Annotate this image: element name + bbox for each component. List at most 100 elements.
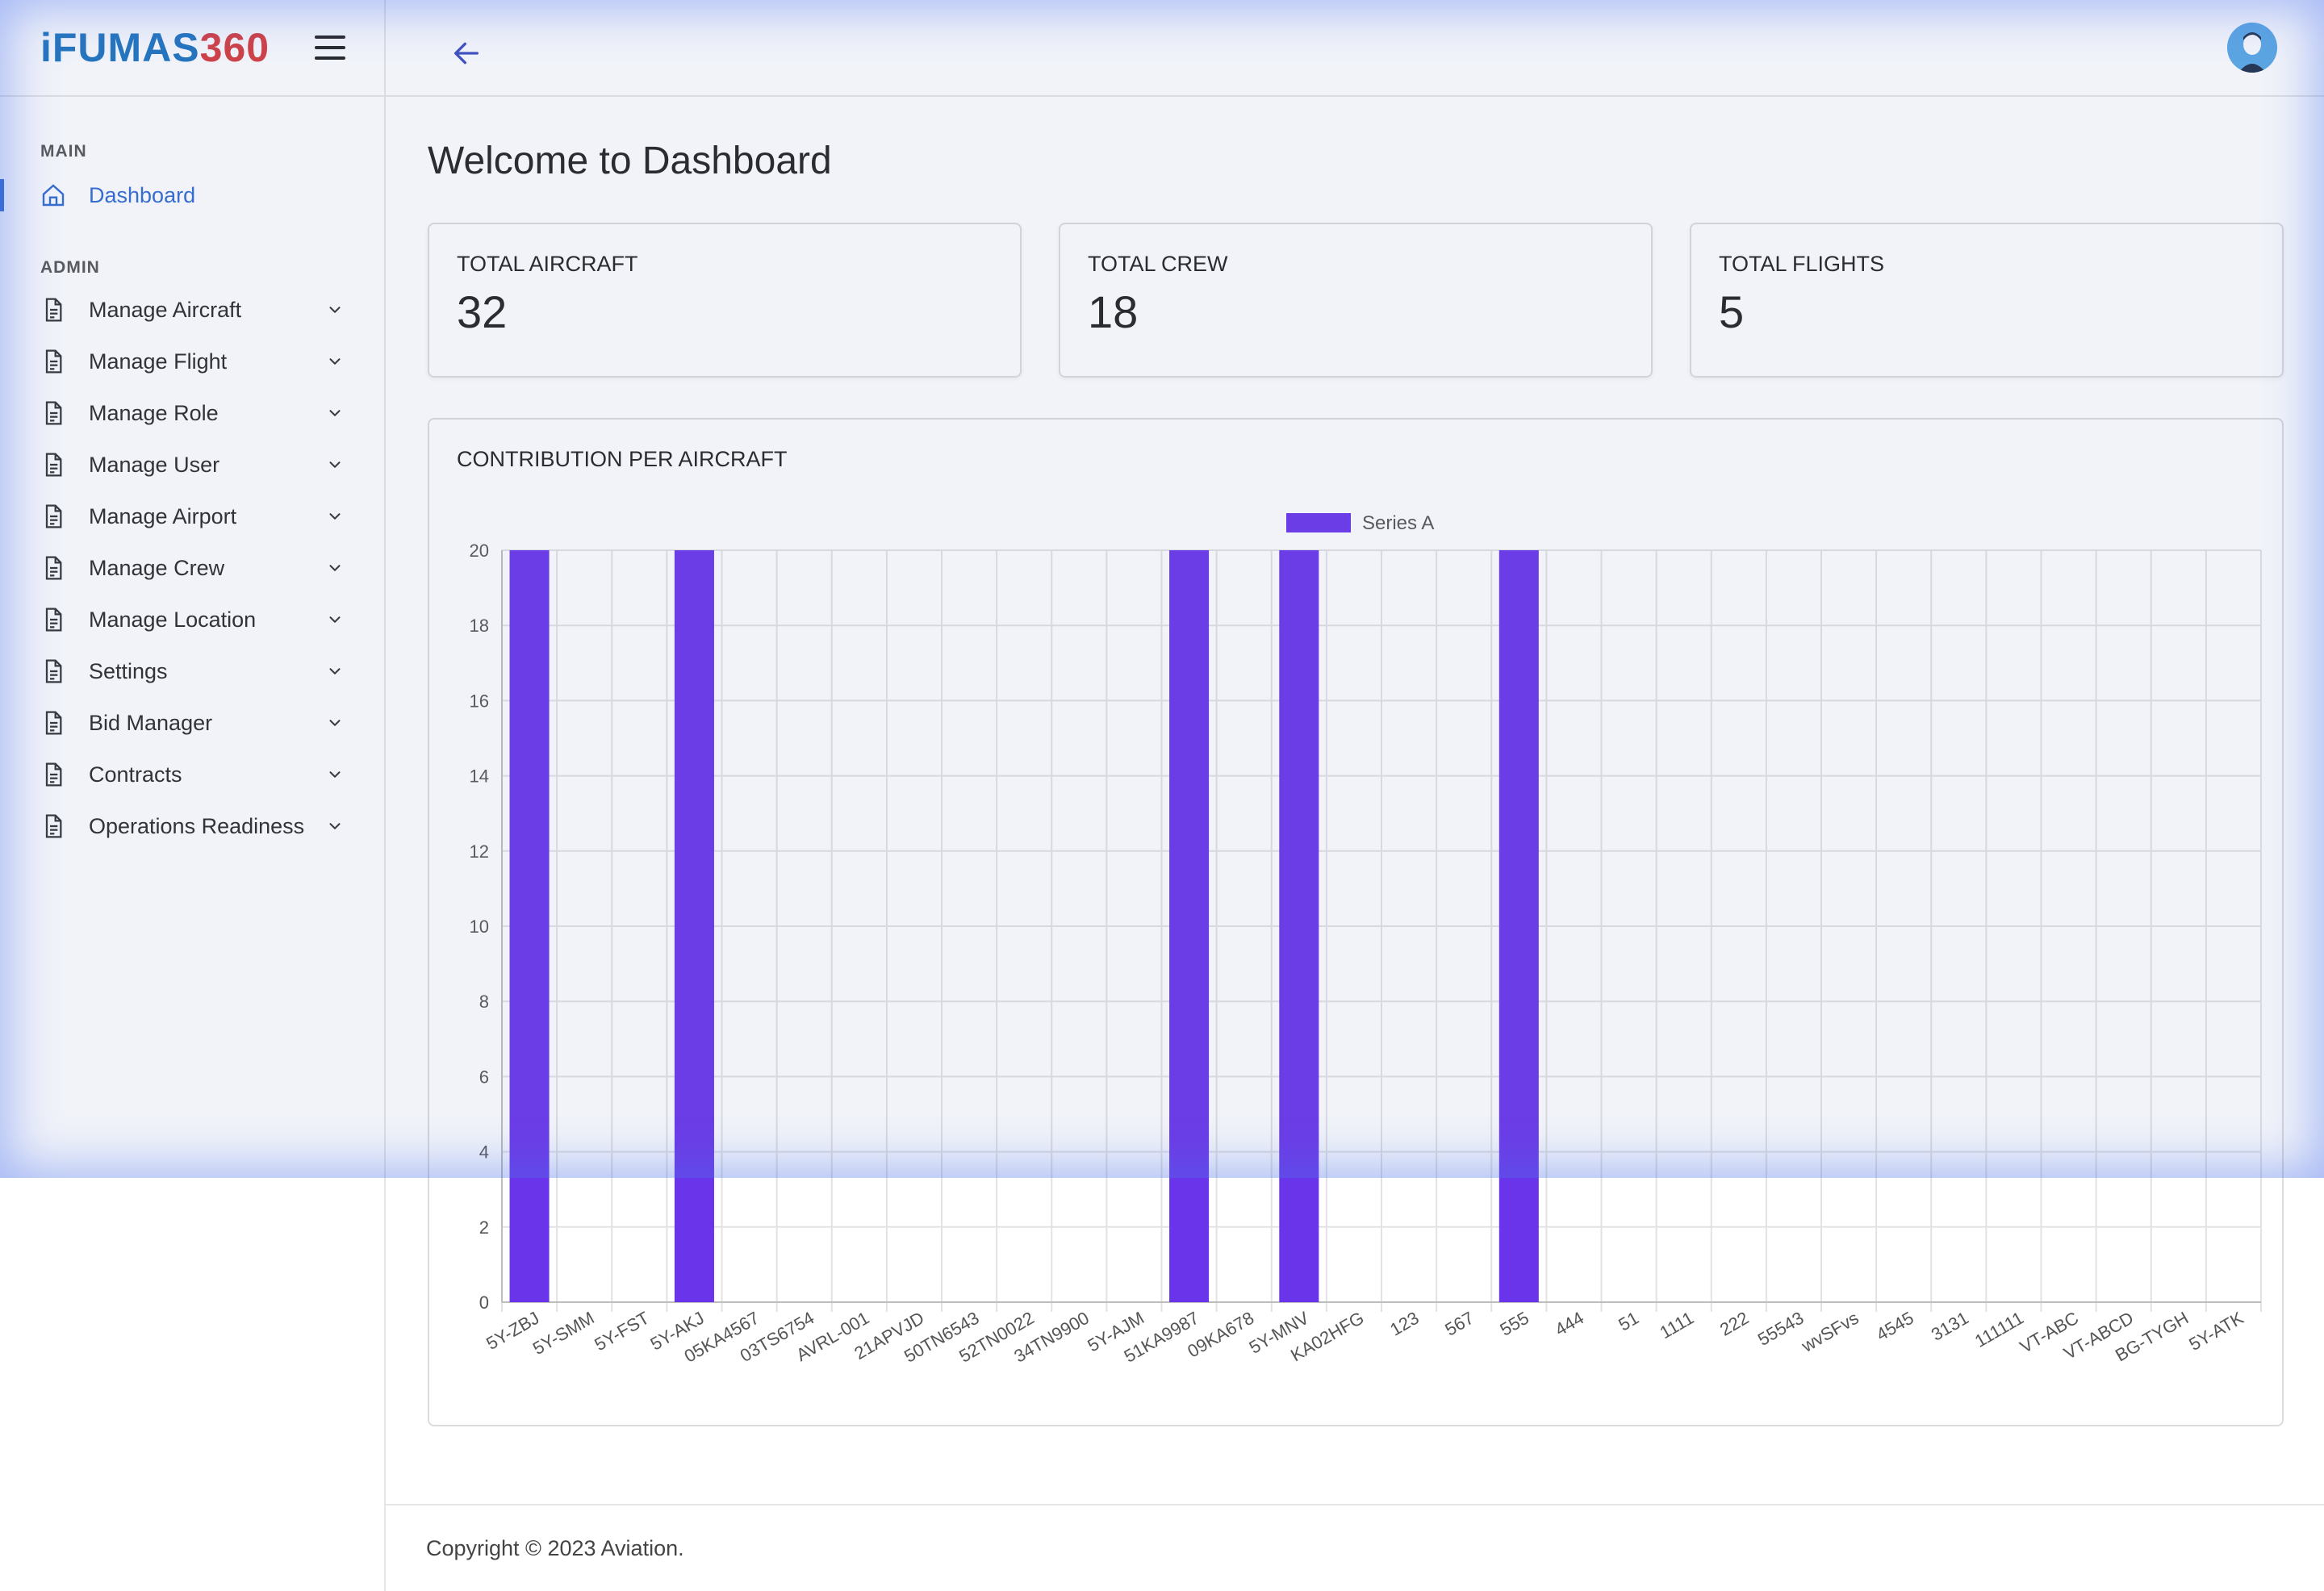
sidebar-item-label: Manage Airport xyxy=(89,503,237,528)
chevron-down-icon[interactable] xyxy=(326,353,344,370)
stat-title: TOTAL CREW xyxy=(1088,252,1228,276)
y-tick-label: 12 xyxy=(470,841,489,862)
chevron-down-icon[interactable] xyxy=(326,817,344,835)
sidebar-item-dashboard[interactable]: Dashboard xyxy=(0,169,384,221)
document-icon xyxy=(45,711,62,735)
sidebar-item-manage-aircraft[interactable]: Manage Aircraft xyxy=(0,284,384,336)
chart-card: CONTRIBUTION PER AIRCRAFT 0 2 4 6 8 10 12 14 16 1… xyxy=(428,418,2284,1426)
document-icon xyxy=(45,608,62,632)
bar xyxy=(1498,550,1539,1302)
sidebar: iFUMAS 360 MAIN Dashboard ADMIN Manage Ai… xyxy=(0,0,386,1591)
sidebar-item-manage-crew[interactable]: Manage Crew xyxy=(0,542,384,594)
footer: Copyright © 2023 Aviation. xyxy=(386,1504,2324,1560)
sidebar-item-label: Settings xyxy=(89,658,168,683)
menu-toggle-icon[interactable] xyxy=(315,35,345,60)
sidebar-item-label: Bid Manager xyxy=(89,710,213,735)
section-label-admin: ADMIN xyxy=(40,258,100,277)
document-icon xyxy=(45,814,62,838)
bar xyxy=(1169,550,1210,1302)
y-tick-label: 2 xyxy=(479,1217,489,1238)
section-label-main: MAIN xyxy=(40,142,87,161)
stat-value: 5 xyxy=(1719,286,1745,337)
sidebar-item-label: Manage Flight xyxy=(89,349,228,374)
x-tick-label: 5Y-FST xyxy=(591,1308,652,1355)
chevron-down-icon[interactable] xyxy=(326,559,344,577)
stat-card-total-aircraft: TOTAL AIRCRAFT 32 xyxy=(428,223,1022,378)
sidebar-item-manage-role[interactable]: Manage Role xyxy=(0,387,384,439)
y-tick-label: 18 xyxy=(470,616,489,636)
topbar xyxy=(386,0,2324,97)
x-tick-label: 567 xyxy=(1441,1308,1477,1340)
sidebar-item-label: Manage Aircraft xyxy=(89,297,242,322)
x-tick-label: 55543 xyxy=(1754,1308,1807,1350)
sidebar-item-label: Dashboard xyxy=(89,182,196,207)
stat-value: 32 xyxy=(457,286,508,337)
x-tick-label: 123 xyxy=(1386,1308,1422,1340)
y-tick-label: 6 xyxy=(479,1067,489,1087)
sidebar-item-settings[interactable]: Settings xyxy=(0,645,384,697)
stat-value: 18 xyxy=(1088,286,1139,337)
y-tick-label: 16 xyxy=(470,691,489,711)
chevron-down-icon[interactable] xyxy=(326,662,344,680)
chevron-down-icon[interactable] xyxy=(326,404,344,422)
sidebar-item-manage-airport[interactable]: Manage Airport xyxy=(0,491,384,542)
document-icon xyxy=(45,504,62,528)
document-icon xyxy=(45,349,62,374)
sidebar-item-contracts[interactable]: Contracts xyxy=(0,749,384,800)
y-tick-label: 14 xyxy=(470,766,489,787)
legend-swatch xyxy=(1286,513,1351,532)
nav-admin: Manage Aircraft Manage Flight Manage Role M… xyxy=(0,284,384,852)
x-tick-label: 1111 xyxy=(1657,1308,1698,1343)
bar xyxy=(1279,550,1319,1302)
user-avatar[interactable] xyxy=(2227,23,2277,73)
sidebar-item-label: Manage Location xyxy=(89,607,257,632)
nav-main: Dashboard xyxy=(0,169,384,221)
x-tick-label: wvSFvs xyxy=(1798,1308,1862,1357)
chevron-down-icon[interactable] xyxy=(326,766,344,783)
stat-card-total-flights: TOTAL FLIGHTS 5 xyxy=(1690,223,2284,378)
stat-title: TOTAL FLIGHTS xyxy=(1719,252,1885,276)
stat-title: TOTAL AIRCRAFT xyxy=(457,252,638,276)
y-tick-label: 10 xyxy=(470,917,489,937)
sidebar-item-label: Manage Crew xyxy=(89,555,225,580)
chevron-down-icon[interactable] xyxy=(326,507,344,525)
sidebar-item-operations-readiness[interactable]: Operations Readiness xyxy=(0,800,384,852)
chevron-down-icon[interactable] xyxy=(326,456,344,474)
chevron-down-icon[interactable] xyxy=(326,301,344,319)
logo-text-primary: iFUMAS xyxy=(40,25,200,70)
sidebar-item-label: Manage Role xyxy=(89,400,219,425)
bar xyxy=(509,550,550,1302)
sidebar-item-label: Manage User xyxy=(89,452,220,477)
sidebar-item-bid-manager[interactable]: Bid Manager xyxy=(0,697,384,749)
document-icon xyxy=(45,659,62,683)
y-tick-label: 20 xyxy=(470,541,489,561)
x-tick-label: 222 xyxy=(1716,1308,1752,1340)
x-tick-label: 3131 xyxy=(1928,1308,1972,1345)
x-tick-label: 5Y-SMM xyxy=(529,1308,598,1359)
sidebar-item-manage-user[interactable]: Manage User xyxy=(0,439,384,491)
document-icon xyxy=(45,401,62,425)
document-icon xyxy=(45,762,62,787)
sidebar-item-manage-location[interactable]: Manage Location xyxy=(0,594,384,645)
y-tick-label: 0 xyxy=(479,1292,489,1313)
x-tick-label: 555 xyxy=(1497,1308,1532,1340)
x-tick-label: 51 xyxy=(1615,1308,1642,1335)
bar xyxy=(674,550,714,1302)
avatar-icon xyxy=(2227,23,2277,73)
bar-chart: 024681012141618205Y-ZBJ5Y-SMM5Y-FST5Y-AK… xyxy=(470,512,2262,1367)
copyright-text: Copyright © 2023 Aviation. xyxy=(426,1536,684,1560)
chevron-down-icon[interactable] xyxy=(326,611,344,628)
sidebar-item-manage-flight[interactable]: Manage Flight xyxy=(0,336,384,387)
x-tick-label: 4545 xyxy=(1873,1308,1917,1345)
sidebar-item-label: Operations Readiness xyxy=(89,813,305,838)
document-icon xyxy=(45,453,62,477)
brand-bar: iFUMAS 360 xyxy=(0,0,384,97)
document-icon xyxy=(45,298,62,322)
chevron-down-icon[interactable] xyxy=(326,714,344,732)
document-icon xyxy=(45,556,62,580)
stat-card-total-crew: TOTAL CREW 18 xyxy=(1059,223,1653,378)
legend-label: Series A xyxy=(1362,512,1434,534)
y-tick-label: 8 xyxy=(479,992,489,1012)
back-arrow-icon[interactable] xyxy=(450,37,483,69)
app-logo[interactable]: iFUMAS 360 xyxy=(40,24,270,71)
